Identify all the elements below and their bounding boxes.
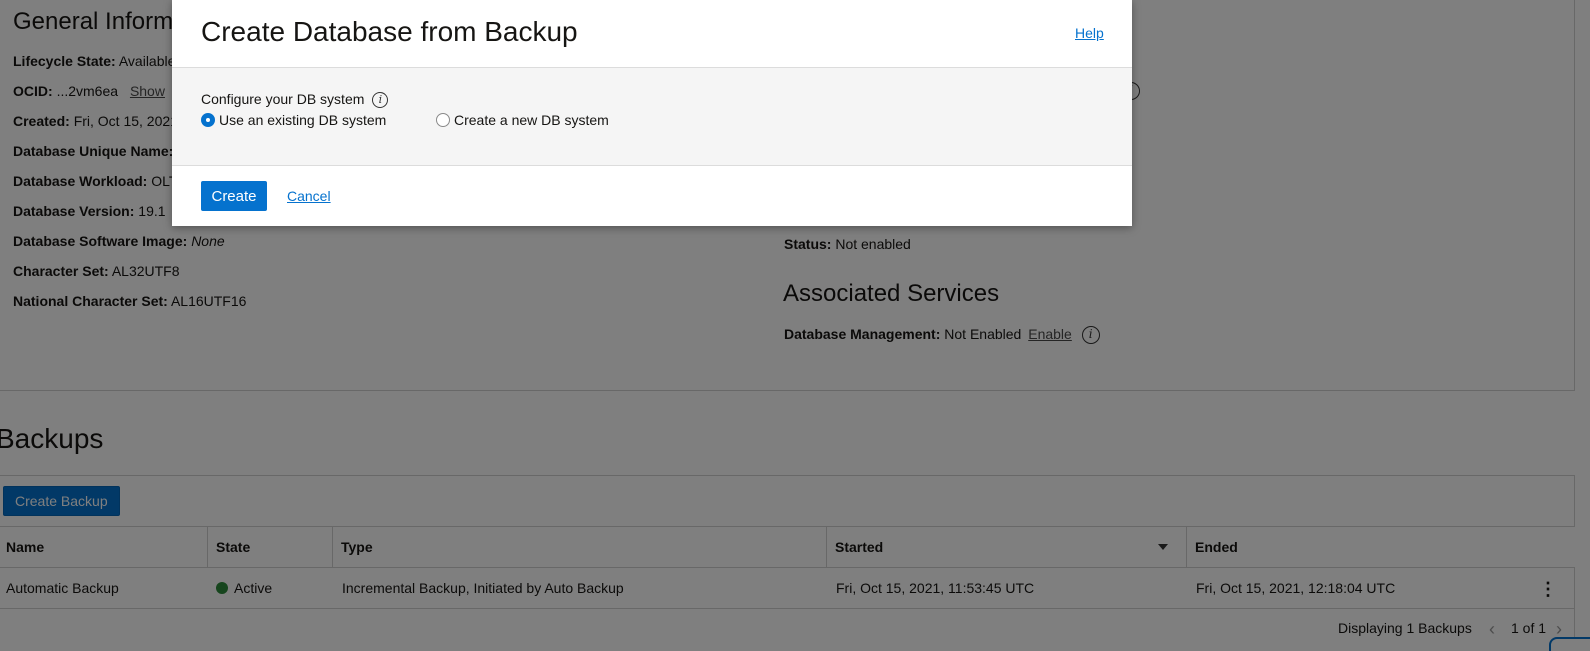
help-link[interactable]: Help <box>1075 25 1104 41</box>
radio-create-new-db-system[interactable]: Create a new DB system <box>436 112 609 128</box>
dialog-body: Configure your DB system i Use an existin… <box>172 68 1132 166</box>
dialog-header: Create Database from Backup Help <box>172 0 1132 68</box>
radio-selected-icon[interactable] <box>201 113 215 127</box>
radio-unselected-icon[interactable] <box>436 113 450 127</box>
dialog-title: Create Database from Backup <box>201 16 578 47</box>
create-button[interactable]: Create <box>201 181 267 211</box>
cancel-link[interactable]: Cancel <box>287 188 331 204</box>
info-icon[interactable]: i <box>372 92 389 109</box>
radio-use-existing-db-system[interactable]: Use an existing DB system <box>201 112 386 128</box>
create-database-dialog: Create Database from Backup Help Configu… <box>172 0 1132 226</box>
configure-db-system-label: Configure your DB system i <box>201 91 389 109</box>
